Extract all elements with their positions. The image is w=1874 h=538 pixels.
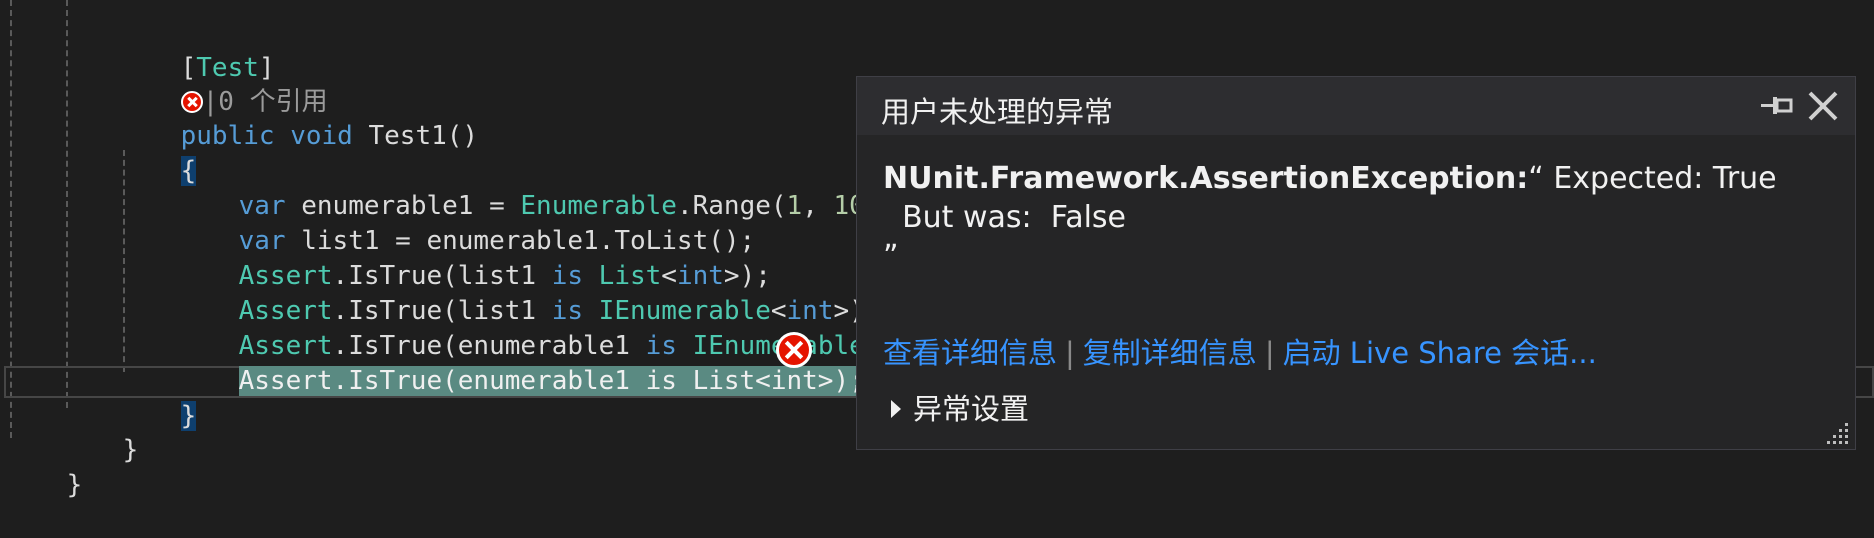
message-line: ” <box>883 239 899 274</box>
pin-icon <box>1761 97 1793 114</box>
pin-button[interactable] <box>1759 91 1795 121</box>
exception-settings-label: 异常设置 <box>913 392 1030 426</box>
message-line: “ Expected: True <box>1528 161 1777 196</box>
close-icon <box>1808 91 1838 121</box>
method-name: Test1() <box>352 121 479 151</box>
link-separator: | <box>1264 336 1275 370</box>
code-line[interactable]: } <box>4 433 83 500</box>
code-line[interactable]: } <box>60 398 139 465</box>
message-line: But was: False <box>883 200 1127 235</box>
code-line[interactable]: var enumerable1 = Enumerable.Range(1, 10… <box>176 154 928 221</box>
expand-triangle-icon <box>891 400 901 418</box>
exception-settings-toggle[interactable]: 异常设置 <box>891 389 1029 429</box>
brace-match: } <box>180 401 197 431</box>
code-line-current-statement[interactable]: Assert.IsTrue(enumerable1 is List<int>); <box>176 329 865 396</box>
indent-guide <box>66 0 68 408</box>
codelens-line[interactable]: |0 个引用 <box>118 50 328 117</box>
highlighted-statement: Assert.IsTrue(enumerable1 is List<int>); <box>238 366 865 396</box>
code-line[interactable]: var list1 = enumerable1.ToList(); <box>176 189 756 256</box>
code-text: , <box>802 191 834 221</box>
number: 1 <box>786 191 803 221</box>
view-details-link[interactable]: 查看详细信息 <box>883 336 1057 370</box>
popup-links: 查看详细信息 | 复制详细信息 | 启动 Live Share 会话... <box>883 333 1597 373</box>
exception-helper-popup: 用户未处理的异常 NUnit.Framework.AssertionExcept… <box>856 76 1856 450</box>
code-text: } <box>66 470 83 500</box>
copy-details-link[interactable]: 复制详细信息 <box>1083 336 1257 370</box>
resize-grip-icon[interactable] <box>1823 417 1851 445</box>
code-line[interactable]: Assert.IsTrue(list1 is List<int>); <box>176 224 771 291</box>
code-line[interactable]: Assert.IsTrue(enumerable1 is IEnumerable… <box>176 294 975 361</box>
keyword: void <box>290 121 353 151</box>
exception-type: NUnit.Framework.AssertionException: <box>883 161 1529 196</box>
exception-error-icon[interactable] <box>776 332 812 368</box>
live-share-link[interactable]: 启动 Live Share 会话... <box>1283 336 1597 370</box>
popup-title: 用户未处理的异常 <box>881 95 1114 129</box>
exception-message: NUnit.Framework.AssertionException:“ Exp… <box>883 159 1833 276</box>
code-line[interactable]: public void Test1() <box>118 84 478 151</box>
close-button[interactable] <box>1805 89 1841 123</box>
code-line[interactable]: [Test] <box>118 16 275 83</box>
code-text: } <box>122 435 139 465</box>
popup-header: 用户未处理的异常 <box>857 77 1855 135</box>
code-line[interactable]: Assert.IsTrue(list1 is IEnumerable<int>)… <box>176 259 881 326</box>
code-line[interactable]: { <box>118 119 197 186</box>
link-separator: | <box>1065 336 1075 370</box>
code-line[interactable]: } <box>118 364 197 431</box>
